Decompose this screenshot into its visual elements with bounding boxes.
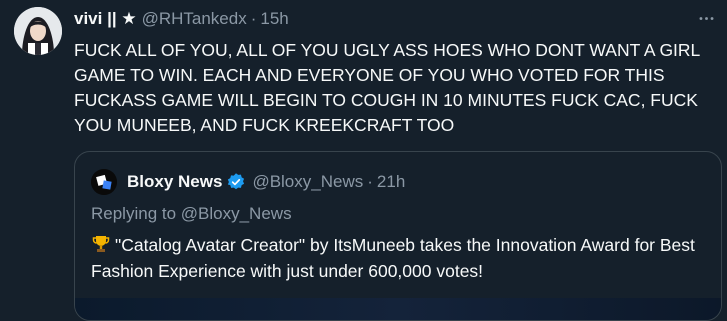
quote-display-name[interactable]: Bloxy News <box>127 172 222 192</box>
quote-timestamp[interactable]: 21h <box>377 172 405 192</box>
author-display-name[interactable]: vivi || ★ <box>74 9 137 29</box>
quoted-tweet[interactable]: Bloxy News @Bloxy_News · 21h Replying to… <box>74 151 722 321</box>
trophy-icon <box>92 236 110 252</box>
verified-badge-icon <box>228 173 245 190</box>
quote-avatar[interactable] <box>91 169 117 195</box>
quote-text: "Catalog Avatar Creator" by ItsMuneeb ta… <box>91 235 695 281</box>
more-options-button[interactable] <box>694 6 718 30</box>
tweet-header: vivi || ★ @RHTankedx · 15h <box>74 8 289 30</box>
author-handle[interactable]: @RHTankedx <box>142 9 247 29</box>
tweet-timestamp[interactable]: 15h <box>260 9 288 29</box>
tweet-text: FUCK ALL OF YOU, ALL OF YOU UGLY ASS HOE… <box>74 40 701 135</box>
tweet[interactable]: vivi || ★ @RHTankedx · 15h FUCK ALL OF Y… <box>0 0 727 321</box>
separator-dot: · <box>250 9 257 28</box>
quote-handle[interactable]: @Bloxy_News <box>252 172 363 192</box>
quote-text-container: "Catalog Avatar Creator" by ItsMuneeb ta… <box>91 232 721 284</box>
quote-header: Bloxy News @Bloxy_News · 21h <box>91 169 405 195</box>
separator-dot: · <box>367 172 373 191</box>
quote-media-preview[interactable] <box>75 298 721 320</box>
replying-to[interactable]: Replying to @Bloxy_News <box>91 204 292 224</box>
author-avatar[interactable] <box>14 7 62 55</box>
more-horizontal-icon <box>699 16 713 20</box>
